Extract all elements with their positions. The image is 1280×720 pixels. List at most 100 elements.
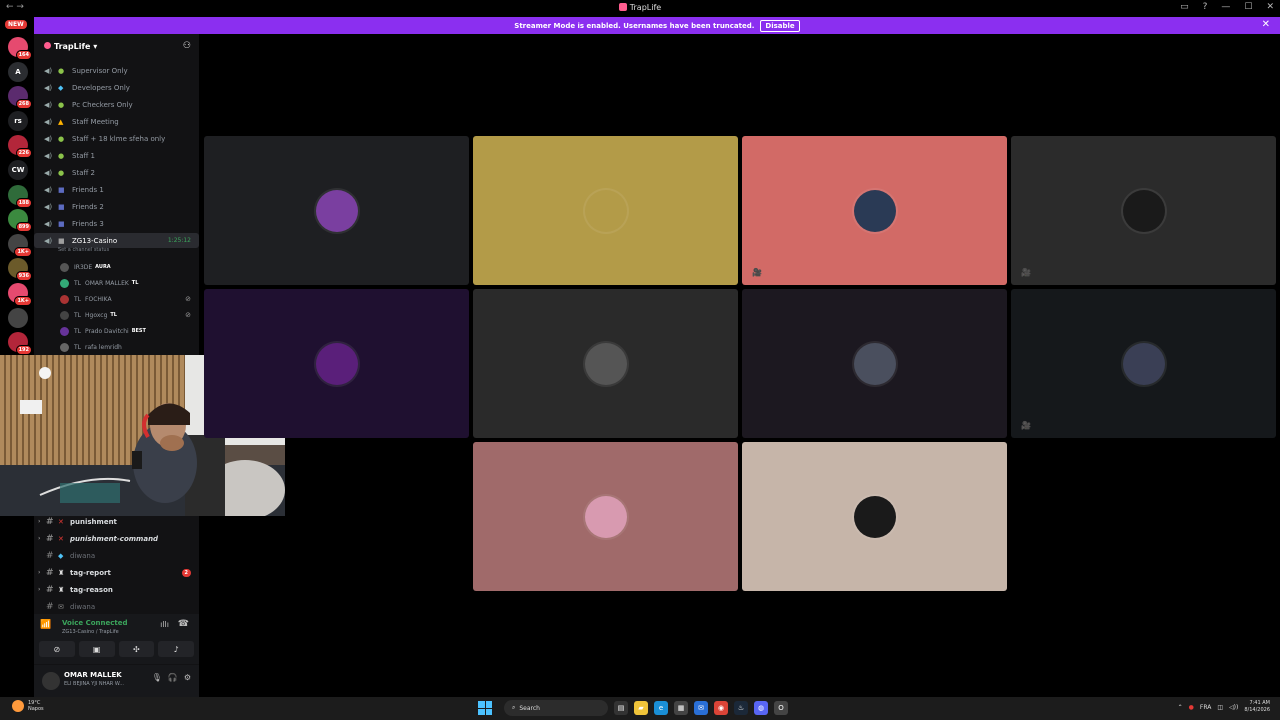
text-channel-name: punishment-command (70, 534, 159, 543)
voice-status[interactable]: Voice Connected (62, 619, 128, 627)
voice-user[interactable]: TL rafa lemridh (34, 339, 199, 355)
microphone-icon[interactable]: 🎙 (152, 673, 162, 682)
noise-suppression-icon[interactable]: ıllı (160, 620, 169, 629)
participant-tile[interactable] (742, 289, 1007, 438)
task-view-icon[interactable]: ▤ (614, 701, 628, 715)
outlook-icon[interactable]: ✉ (694, 701, 708, 715)
server-icon[interactable]: 188 (8, 184, 32, 208)
server-icon[interactable]: 268 (8, 86, 32, 110)
server-icon[interactable]: 1K+ (8, 233, 32, 257)
participant-tile[interactable] (204, 289, 469, 438)
server-icon[interactable]: 899 (8, 209, 32, 233)
server-icon[interactable] (8, 307, 28, 328)
camera-off-icon: 🎥 (1021, 268, 1031, 277)
custom-status: ELI BEJINA YJI NHAR W... (64, 681, 125, 687)
voice-channel-item[interactable]: ◀) ● Staff 1 (34, 148, 199, 164)
text-channel-name: tag-report (70, 568, 111, 577)
mic-tray-icon[interactable]: ● (1189, 704, 1194, 711)
store-icon[interactable]: ▦ (674, 701, 688, 715)
voice-user[interactable]: TL OMAR MALLEK TL (34, 275, 199, 291)
voice-channel-item[interactable]: ◀) ◆ Developers Only (34, 80, 199, 96)
volume-icon[interactable]: ◁)) (1229, 704, 1238, 711)
screen-share-button[interactable]: ▣ (78, 641, 115, 657)
server-icon[interactable]: 192 (8, 332, 32, 356)
voice-channel-item[interactable]: ◀) ● Pc Checkers Only (34, 97, 199, 113)
server-icon[interactable]: 226 (8, 135, 32, 159)
participant-tile[interactable]: 🎥 (1011, 136, 1276, 285)
server-icon[interactable]: rs (8, 110, 28, 131)
participant-tile[interactable] (473, 442, 738, 591)
text-channel-item[interactable]: # ✉ diwana (34, 598, 199, 615)
username[interactable]: OMAR MALLEK (64, 671, 122, 679)
participant-tile[interactable] (473, 289, 738, 438)
text-channel-item[interactable]: # ◆ diwana (34, 547, 199, 564)
chrome-icon[interactable]: ◉ (714, 701, 728, 715)
voice-channel-item[interactable]: ◀) ● Staff 2 (34, 165, 199, 181)
server-icon[interactable]: CW (8, 160, 28, 180)
start-button[interactable] (478, 701, 492, 715)
disable-streamer-mode-button[interactable]: Disable (760, 19, 800, 32)
participant-tile[interactable] (473, 136, 738, 285)
participant-tile[interactable] (742, 442, 1007, 591)
headphones-icon[interactable]: 🎧 (168, 673, 178, 682)
taskbar-search[interactable]: ⌕ Search (504, 700, 608, 716)
steam-icon[interactable]: ♨ (734, 701, 748, 715)
camera-button[interactable]: ⊘ (39, 641, 75, 657)
soundboard-button[interactable]: ♪ (158, 641, 194, 657)
search-icon: ⌕ (512, 704, 516, 711)
add-user-icon[interactable]: ⚇ (183, 41, 191, 51)
participant-tile[interactable]: 🎥 (742, 136, 1007, 285)
voice-channel-item[interactable]: ◀) ■ Friends 1 (34, 182, 199, 198)
user-prefix: TL (74, 279, 82, 287)
speaker-icon: ◀) (44, 152, 53, 160)
channel-status-hint[interactable]: Set a channel status (58, 247, 109, 253)
chevron-up-icon[interactable]: ⌃ (1178, 704, 1183, 711)
hash-icon: # (46, 584, 54, 595)
voice-channel-item[interactable]: ◀) ● Supervisor Only (34, 63, 199, 79)
avatar (60, 326, 69, 336)
signal-icon[interactable]: 📶 (40, 620, 51, 630)
text-channel-name: diwana (70, 551, 96, 560)
edge-icon[interactable]: e (654, 701, 668, 715)
user-tag: TL (110, 312, 117, 318)
close-banner-icon[interactable]: ✕ (1262, 19, 1270, 30)
settings-gear-icon[interactable]: ⚙ (184, 673, 191, 682)
server-header[interactable]: TrapLife ▾ ⚇ (34, 34, 199, 58)
minimize-button[interactable]: — (1221, 2, 1230, 12)
opera-icon[interactable]: O (774, 701, 788, 715)
text-channel-item[interactable]: › # ♜ tag-report 2 (34, 564, 199, 581)
language-indicator[interactable]: FRA (1200, 704, 1211, 711)
weather-widget[interactable]: 19°C Napos (12, 700, 44, 712)
network-icon[interactable]: ◫ (1217, 704, 1223, 711)
voice-user[interactable]: IR3DE AURA (34, 259, 199, 275)
voice-user-name: rafa lemridh (85, 343, 122, 351)
voice-user[interactable]: TL Hgoxcg TL ⊘ (34, 307, 199, 323)
voice-channel-item[interactable]: ◀) ■ Friends 3 (34, 216, 199, 232)
maximize-button[interactable]: ☐ (1244, 2, 1252, 12)
participant-tile[interactable]: 🎥 (1011, 289, 1276, 438)
voice-channel-item[interactable]: ◀) ■ Friends 2 (34, 199, 199, 215)
server-icon[interactable]: 1K+ (8, 283, 32, 306)
voice-channel-item[interactable]: ◀) ■ ZG13-Casino 1:25:12 (34, 233, 199, 248)
server-icon[interactable]: 936 (8, 258, 32, 282)
avatar (60, 278, 69, 288)
voice-user[interactable]: TL FOCHIKA ⊘ (34, 291, 199, 307)
text-channel-item[interactable]: › # ♜ tag-reason (34, 581, 199, 598)
voice-channel-item[interactable]: ◀) ● Staff + 18 klme sfeha only (34, 131, 199, 147)
voice-user[interactable]: TL Prado Davitchi BEST (34, 323, 199, 339)
text-channel-item[interactable]: › # ✕ punishment-command (34, 530, 199, 547)
server-icon[interactable]: A (8, 61, 28, 82)
inbox-icon[interactable]: ▭ (1180, 2, 1189, 12)
activities-button[interactable]: ✣ (118, 641, 155, 657)
discord-icon[interactable]: ◍ (754, 701, 768, 715)
disconnect-icon[interactable]: ☎ (178, 619, 189, 629)
avatar[interactable] (42, 672, 60, 690)
participant-tile[interactable] (204, 136, 469, 285)
help-icon[interactable]: ? (1203, 2, 1208, 12)
clock[interactable]: 7:41 AM 8/14/2026 (1244, 700, 1270, 714)
file-explorer-icon[interactable]: ▰ (634, 701, 648, 715)
server-icon[interactable]: 164 (8, 37, 32, 60)
voice-channel-item[interactable]: ◀) ▲ Staff Meeting (34, 114, 199, 130)
chevron-right-icon: › (38, 586, 41, 593)
close-button[interactable]: ✕ (1266, 2, 1274, 12)
